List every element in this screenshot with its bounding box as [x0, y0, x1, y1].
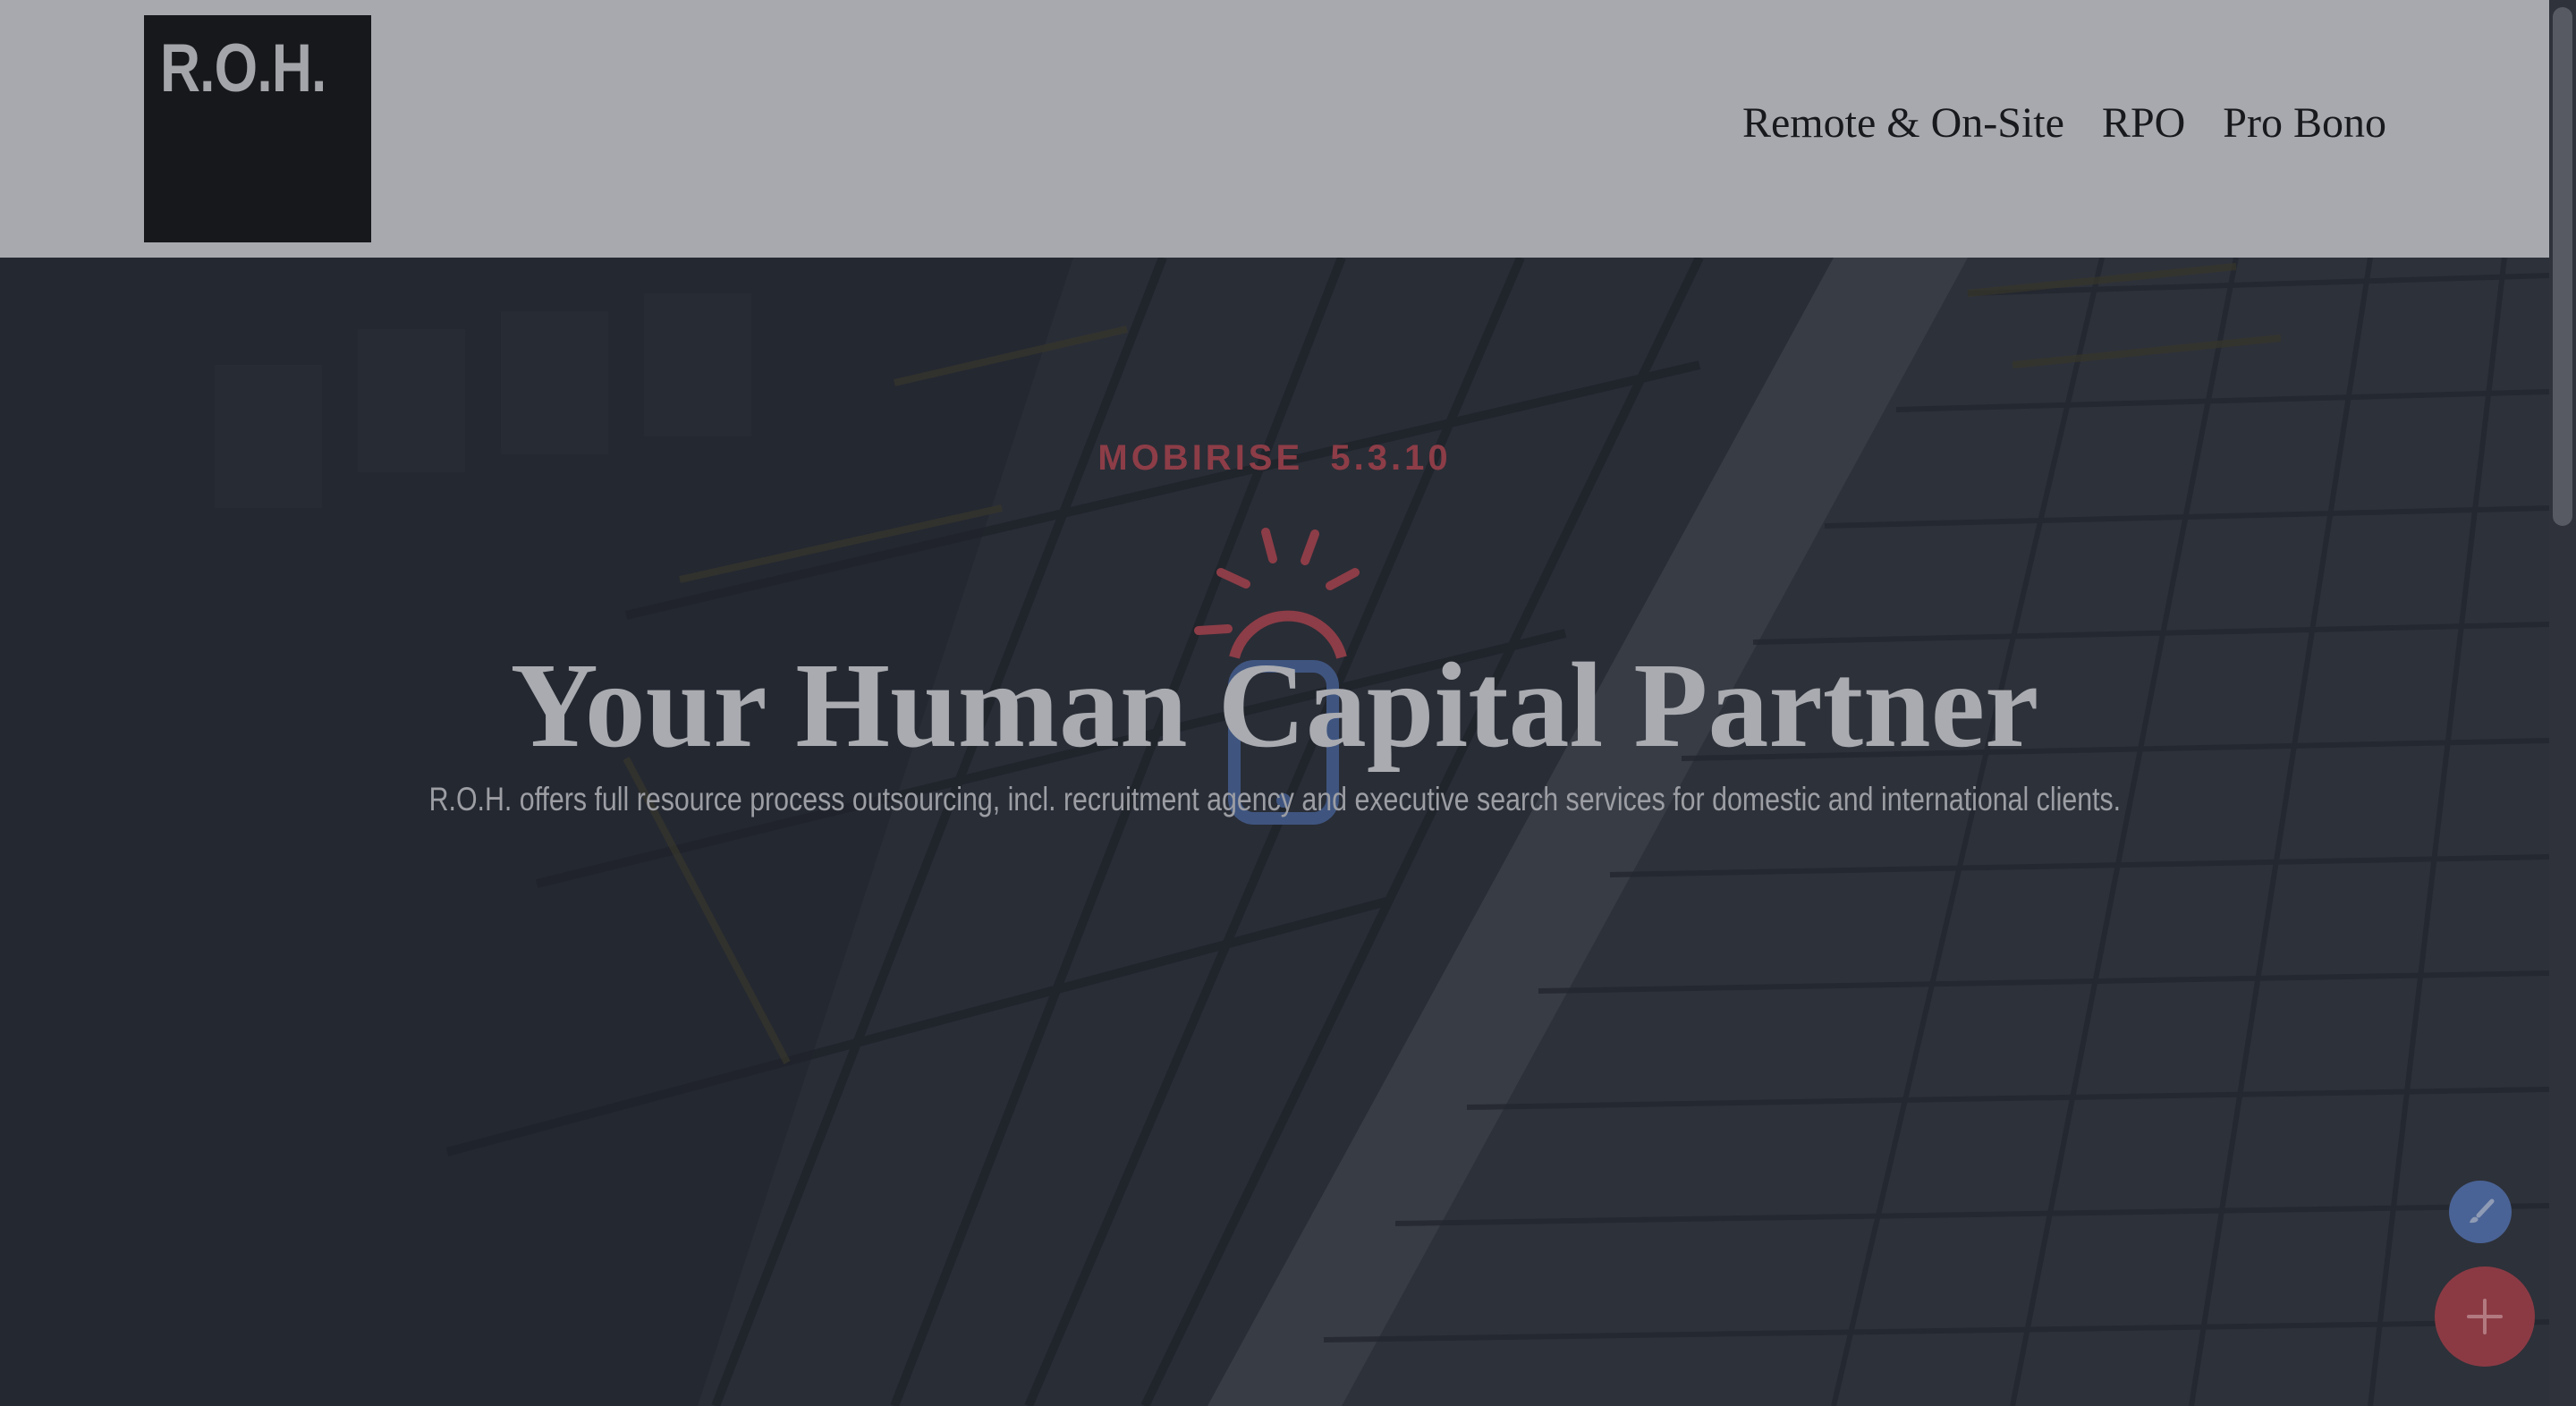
brand-logo[interactable]: R.O.H. [144, 15, 371, 242]
nav-link-remote-onsite[interactable]: Remote & On-Site [1742, 98, 2064, 148]
page-scrollbar[interactable] [2549, 0, 2576, 1406]
main-nav: Remote & On-Site RPO Pro Bono [1742, 98, 2386, 148]
top-navbar: R.O.H. Remote & On-Site RPO Pro Bono [0, 0, 2549, 258]
page: R.O.H. Remote & On-Site RPO Pro Bono MOB… [0, 0, 2576, 1406]
add-block-button[interactable] [2435, 1266, 2535, 1367]
nav-link-pro-bono[interactable]: Pro Bono [2223, 98, 2386, 148]
brush-icon [2470, 1198, 2495, 1224]
plus-icon [2467, 1299, 2503, 1334]
hero-subtitle-text: R.O.H. offers full resource process outs… [428, 781, 2121, 817]
hero-eyebrow: MOBIRISE 5.3.10 [1097, 438, 1452, 478]
hero-title: Your Human Capital Partner [510, 639, 2039, 774]
hero-subtitle: R.O.H. offers full resource process outs… [0, 781, 2549, 818]
scrollbar-thumb[interactable] [2553, 7, 2572, 526]
logo-text: R.O.H. [160, 30, 326, 106]
nav-link-rpo[interactable]: RPO [2102, 98, 2185, 148]
edit-button[interactable] [2449, 1181, 2512, 1243]
